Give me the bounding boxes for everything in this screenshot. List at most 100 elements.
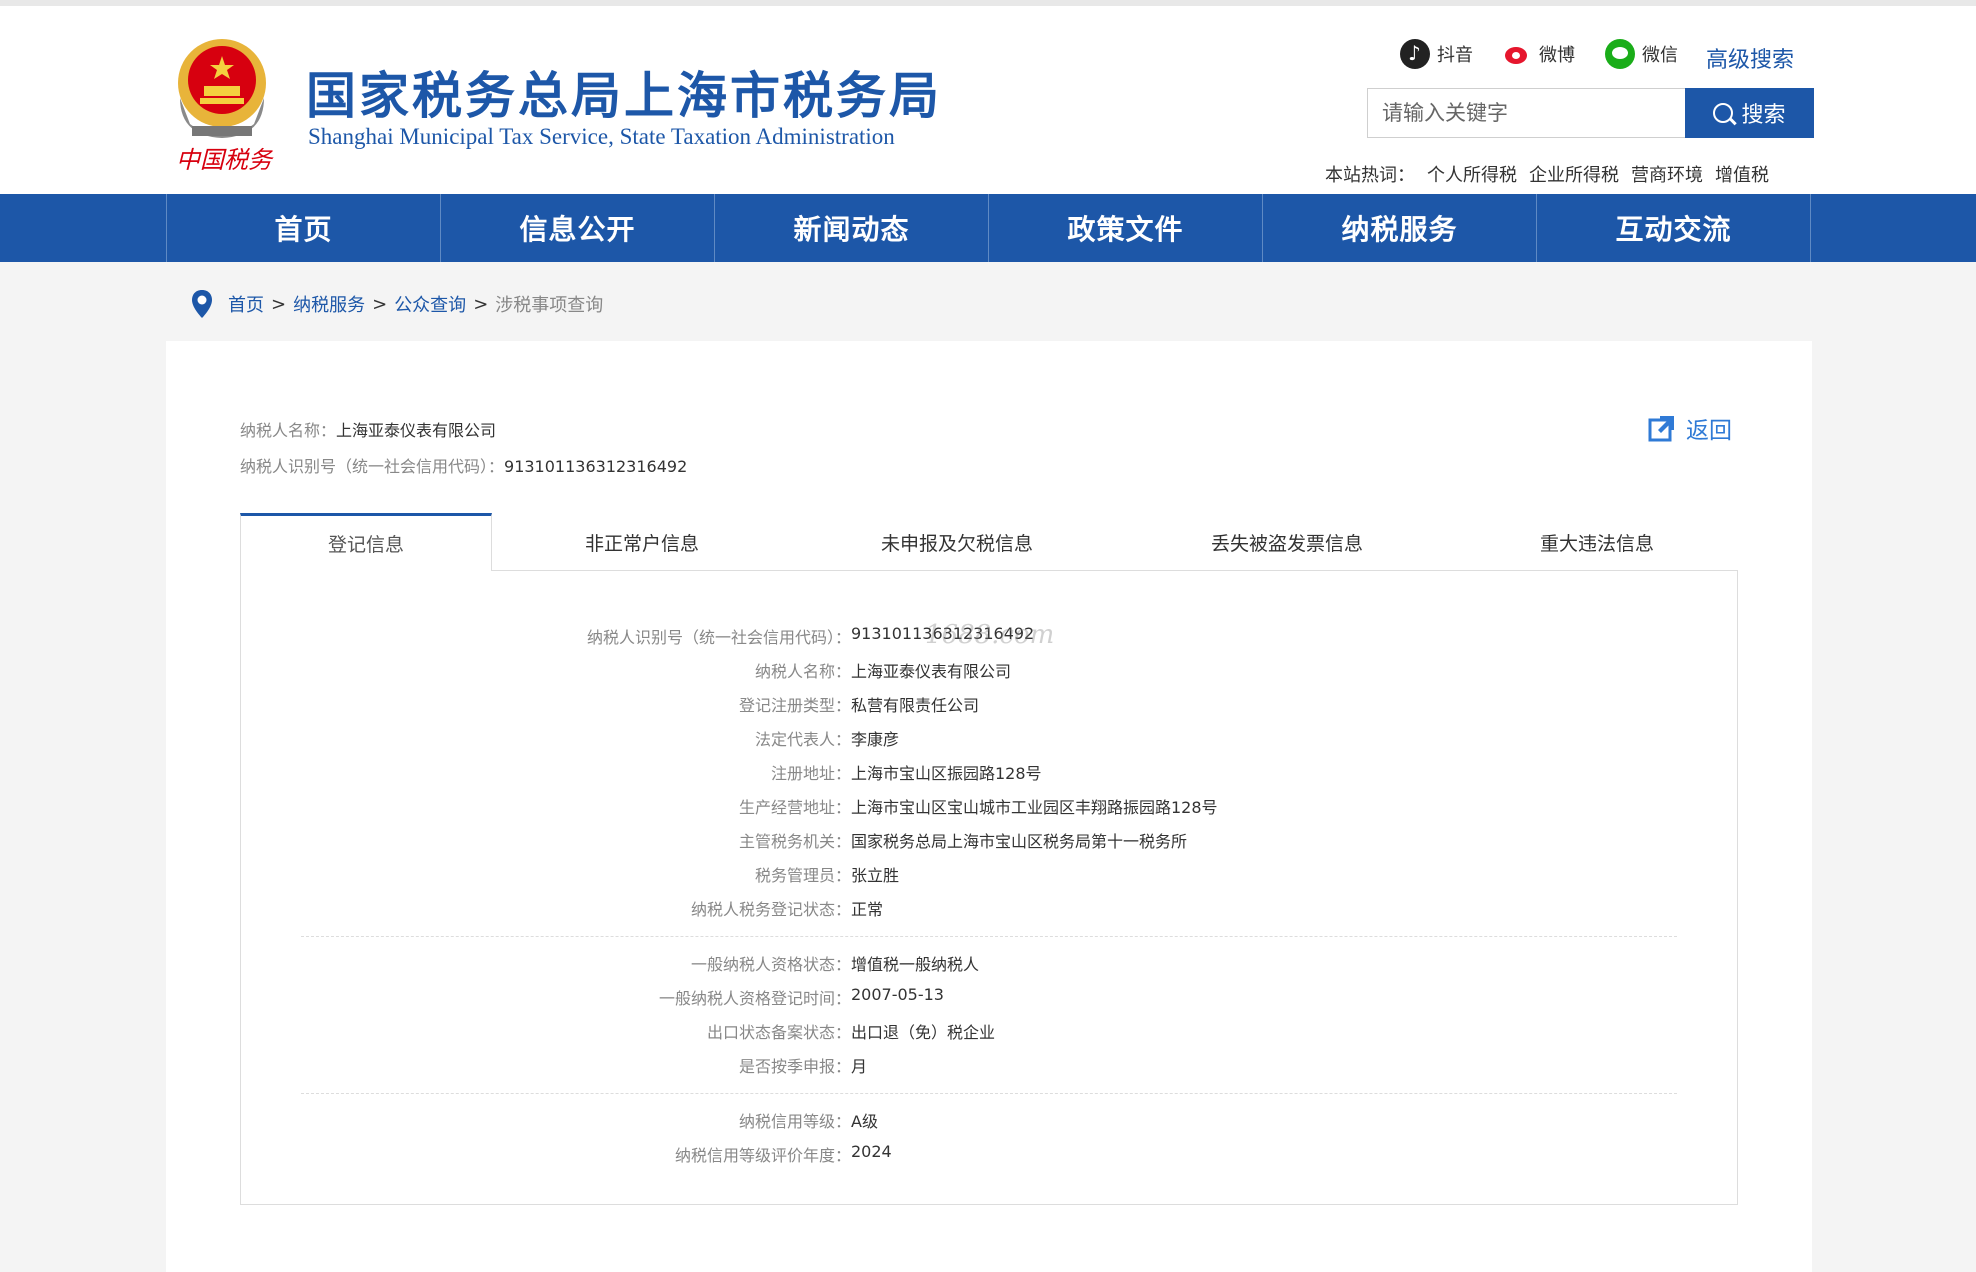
- nav-item-info-disclosure[interactable]: 信息公开: [441, 194, 715, 262]
- detail-key: 一般纳税人资格状态：: [690, 955, 851, 974]
- taxpayer-name-value: 上海亚泰仪表有限公司: [336, 421, 497, 440]
- detail-row: 一般纳税人资格状态： 增值税一般纳税人: [241, 951, 979, 975]
- detail-key: 纳税信用等级评价年度：: [674, 1146, 851, 1165]
- detail-key: 生产经营地址：: [738, 798, 851, 817]
- detail-value: 上海亚泰仪表有限公司: [851, 662, 1012, 681]
- search-input[interactable]: [1367, 88, 1685, 138]
- site-header: 中国税务 国家税务总局上海市税务局 Shanghai Municipal Tax…: [0, 6, 1976, 194]
- detail-row: 生产经营地址： 上海市宝山区宝山城市工业园区丰翔路振园路128号: [241, 794, 1218, 818]
- weibo-icon: [1502, 39, 1532, 69]
- detail-value: 出口退（免）税企业: [851, 1023, 996, 1042]
- wechat-link[interactable]: 微信: [1605, 36, 1678, 72]
- detail-key: 是否按季申报：: [738, 1057, 851, 1076]
- taxpayer-id: 纳税人识别号（统一社会信用代码）：913101136312316492: [240, 453, 687, 477]
- detail-value: 私营有限责任公司: [851, 696, 980, 715]
- detail-row: 一般纳税人资格登记时间： 2007-05-13: [241, 985, 944, 1009]
- emblem-caption: 中国税务: [176, 146, 274, 174]
- tab-registration-info[interactable]: 登记信息: [240, 513, 492, 571]
- breadcrumb-separator: >: [473, 293, 489, 315]
- detail-key: 纳税信用等级：: [738, 1112, 851, 1131]
- detail-row: 注册地址： 上海市宝山区振园路128号: [241, 760, 1042, 784]
- breadcrumb-public-query[interactable]: 公众查询: [394, 291, 466, 317]
- nav-item-policy[interactable]: 政策文件: [989, 194, 1263, 262]
- tab-major-violations[interactable]: 重大违法信息: [1452, 513, 1742, 571]
- detail-row: 出口状态备案状态： 出口退（免）税企业: [241, 1019, 995, 1043]
- hot-word-link[interactable]: 增值税: [1715, 161, 1769, 187]
- section-divider: [301, 1093, 1677, 1094]
- detail-key: 纳税人识别号（统一社会信用代码）：: [586, 628, 851, 647]
- detail-row: 纳税信用等级评价年度： 2024: [241, 1142, 892, 1166]
- detail-row: 税务管理员： 张立胜: [241, 862, 899, 886]
- search-button[interactable]: 搜索: [1685, 88, 1814, 138]
- detail-row: 法定代表人： 李康彦: [241, 726, 899, 750]
- detail-value: 上海市宝山区宝山城市工业园区丰翔路振园路128号: [851, 798, 1218, 817]
- nav-item-interaction[interactable]: 互动交流: [1537, 194, 1811, 262]
- location-pin-icon: [190, 289, 214, 319]
- section-divider: [301, 936, 1677, 937]
- site-title: 国家税务总局上海市税务局: [306, 66, 942, 125]
- douyin-icon: [1400, 39, 1430, 69]
- detail-key: 纳税人税务登记状态：: [690, 900, 851, 919]
- search-button-label: 搜索: [1741, 103, 1786, 128]
- douyin-link[interactable]: 抖音: [1400, 36, 1473, 72]
- hot-word-link[interactable]: 企业所得税: [1529, 161, 1619, 187]
- back-label: 返回: [1686, 418, 1732, 444]
- tab-abnormal-account[interactable]: 非正常户信息: [492, 513, 792, 571]
- detail-key: 法定代表人：: [754, 730, 851, 749]
- detail-value: 上海市宝山区振园路128号: [851, 764, 1042, 783]
- detail-value: 913101136312316492: [851, 624, 1035, 643]
- breadcrumb-current: 涉税事项查询: [495, 295, 604, 316]
- taxpayer-id-label: 纳税人识别号（统一社会信用代码）：: [240, 457, 505, 476]
- breadcrumb: 首页 > 纳税服务 > 公众查询 > 涉税事项查询: [190, 288, 603, 320]
- detail-row: 是否按季申报：月: [241, 1053, 867, 1077]
- taxpayer-name-label: 纳税人名称：: [240, 421, 337, 440]
- detail-row: 纳税信用等级： A级: [241, 1108, 878, 1132]
- detail-key: 税务管理员：: [754, 866, 851, 885]
- registration-info-box: 纳税人识别号（统一社会信用代码）： 913101136312316492 纳税人名…: [240, 570, 1738, 1205]
- hot-words-label: 本站热词：: [1325, 165, 1415, 186]
- detail-value: 2024: [851, 1142, 892, 1161]
- detail-key: 一般纳税人资格登记时间：: [658, 989, 851, 1008]
- douyin-label: 抖音: [1437, 45, 1473, 66]
- tab-undeclared-arrears[interactable]: 未申报及欠税信息: [792, 513, 1122, 571]
- detail-value: A级: [851, 1112, 878, 1131]
- taxpayer-id-value: 913101136312316492: [504, 457, 688, 476]
- search-icon: [1713, 103, 1734, 123]
- tab-bar: 登记信息 非正常户信息 未申报及欠税信息 丢失被盗发票信息 重大违法信息: [240, 513, 1738, 571]
- advanced-search-link[interactable]: 高级搜索: [1706, 42, 1794, 74]
- hot-words: 本站热词： 个人所得税 企业所得税 营商环境 增值税: [1325, 161, 1769, 187]
- wechat-icon: [1605, 39, 1635, 69]
- nav-item-tax-service[interactable]: 纳税服务: [1263, 194, 1537, 262]
- detail-key: 出口状态备案状态：: [706, 1023, 851, 1042]
- weibo-link[interactable]: 微博: [1502, 36, 1575, 72]
- emblem-logo[interactable]: 中国税务: [170, 28, 282, 178]
- detail-row: 纳税人税务登记状态： 正常: [241, 896, 883, 920]
- detail-row: 登记注册类型： 私营有限责任公司: [241, 692, 979, 716]
- breadcrumb-home[interactable]: 首页: [228, 291, 264, 317]
- site-subtitle: Shanghai Municipal Tax Service, State Ta…: [308, 124, 895, 149]
- detail-key: 登记注册类型：: [738, 696, 851, 715]
- hot-word-link[interactable]: 营商环境: [1631, 161, 1703, 187]
- taxpayer-name: 纳税人名称：上海亚泰仪表有限公司: [240, 417, 496, 441]
- hot-word-link[interactable]: 个人所得税: [1427, 161, 1517, 187]
- detail-value: 月: [851, 1057, 868, 1076]
- detail-row: 纳税人名称： 上海亚泰仪表有限公司: [241, 658, 1011, 682]
- detail-row: 纳税人识别号（统一社会信用代码）： 913101136312316492: [241, 624, 1034, 648]
- breadcrumb-separator: >: [372, 293, 388, 315]
- detail-key: 注册地址：: [770, 764, 851, 783]
- breadcrumb-separator: >: [271, 293, 287, 315]
- main-navigation: 首页 信息公开 新闻动态 政策文件 纳税服务 互动交流: [0, 194, 1976, 262]
- tab-lost-invoices[interactable]: 丢失被盗发票信息: [1122, 513, 1452, 571]
- back-button[interactable]: 返回: [1648, 411, 1732, 445]
- back-icon: [1648, 414, 1676, 442]
- breadcrumb-tax-service[interactable]: 纳税服务: [293, 291, 365, 317]
- detail-value: 正常: [851, 900, 884, 919]
- nav-item-home[interactable]: 首页: [167, 194, 441, 262]
- detail-key: 纳税人名称：: [754, 662, 851, 681]
- main-panel: 纳税人名称：上海亚泰仪表有限公司 纳税人识别号（统一社会信用代码）：913101…: [166, 341, 1812, 1272]
- nav-item-news[interactable]: 新闻动态: [715, 194, 989, 262]
- wechat-label: 微信: [1642, 45, 1678, 66]
- detail-value: 国家税务总局上海市宝山区税务局第十一税务所: [851, 832, 1188, 851]
- detail-value: 李康彦: [851, 730, 900, 749]
- detail-key: 主管税务机关：: [738, 832, 851, 851]
